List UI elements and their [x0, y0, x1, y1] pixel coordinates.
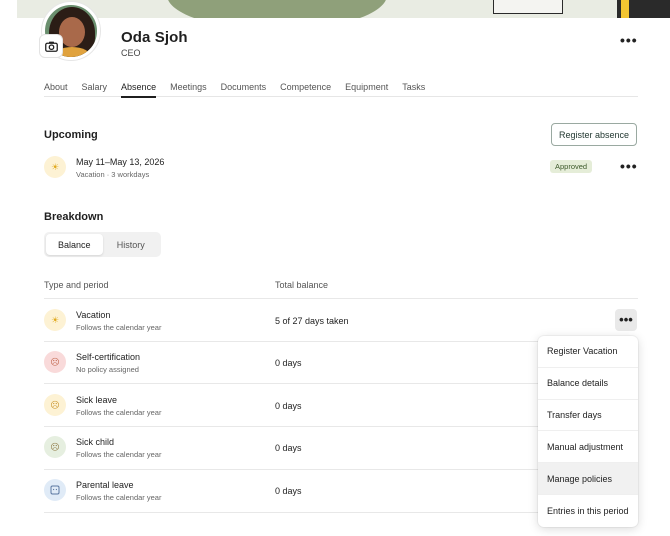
- profile-tabs: About Salary Absence Meetings Documents …: [44, 76, 638, 98]
- column-header-total: Total balance: [275, 280, 329, 290]
- more-horizontal-icon: •••: [620, 32, 638, 48]
- sun-icon: ☀: [44, 156, 66, 178]
- row-balance-sick-child: 0 days: [275, 443, 302, 453]
- row-balance-vacation: 5 of 27 days taken: [275, 316, 349, 326]
- row-name-sick-child: Sick child: [76, 437, 115, 447]
- row-balance-sick-leave: 0 days: [275, 401, 302, 411]
- cover-image: [17, 0, 670, 18]
- register-absence-button[interactable]: Register absence: [551, 123, 637, 146]
- upcoming-title: Upcoming: [44, 129, 98, 141]
- upcoming-detail: Vacation · 3 workdays: [76, 170, 150, 179]
- status-badge: Approved: [550, 160, 593, 173]
- row-more-button[interactable]: •••: [615, 309, 637, 331]
- row-period-vacation: Follows the calendar year: [76, 323, 162, 332]
- menu-item-register-vacation[interactable]: Register Vacation: [538, 336, 638, 368]
- tab-absence[interactable]: Absence: [121, 76, 157, 98]
- toggle-balance[interactable]: Balance: [46, 234, 103, 255]
- sun-icon: ☀: [44, 309, 66, 331]
- row-period-parental-leave: Follows the calendar year: [76, 493, 162, 502]
- row-name-self-certification: Self-certification: [76, 352, 141, 362]
- row-period-sick-child: Follows the calendar year: [76, 450, 162, 459]
- row-balance-self-certification: 0 days: [275, 358, 302, 368]
- thermometer-face-icon: ☹: [44, 394, 66, 416]
- row-name-vacation: Vacation: [76, 310, 111, 320]
- menu-item-manage-policies[interactable]: Manage policies: [538, 463, 638, 495]
- profile-name: Oda Sjoh: [121, 29, 188, 46]
- crying-face-icon: ☹: [44, 436, 66, 458]
- row-name-parental-leave: Parental leave: [76, 480, 134, 490]
- row-name-sick-leave: Sick leave: [76, 395, 118, 405]
- tab-competence[interactable]: Competence: [280, 76, 331, 97]
- upcoming-more-button[interactable]: •••: [620, 159, 638, 173]
- menu-item-balance-details[interactable]: Balance details: [538, 368, 638, 400]
- toggle-history[interactable]: History: [103, 234, 160, 255]
- sick-face-icon: ☹: [44, 351, 66, 373]
- upcoming-dates: May 11–May 13, 2026: [76, 157, 165, 167]
- profile-more-button[interactable]: •••: [620, 33, 638, 47]
- row-action-menu: Register Vacation Balance details Transf…: [538, 336, 638, 527]
- row-period-sick-leave: Follows the calendar year: [76, 408, 162, 417]
- row-period-self-certification: No policy assigned: [76, 365, 139, 374]
- breakdown-toggle: Balance History: [44, 232, 161, 257]
- tab-meetings[interactable]: Meetings: [170, 76, 207, 97]
- camera-icon: [44, 41, 58, 52]
- breakdown-title: Breakdown: [44, 211, 104, 223]
- menu-item-manual-adjustment[interactable]: Manual adjustment: [538, 431, 638, 464]
- change-photo-button[interactable]: [39, 34, 63, 58]
- tab-documents[interactable]: Documents: [221, 76, 267, 97]
- profile-role: CEO: [121, 48, 141, 58]
- menu-item-entries-in-period[interactable]: Entries in this period: [538, 495, 638, 527]
- menu-item-transfer-days[interactable]: Transfer days: [538, 400, 638, 432]
- tab-about[interactable]: About: [44, 76, 68, 97]
- tab-equipment[interactable]: Equipment: [345, 76, 388, 97]
- baby-icon: [44, 479, 66, 501]
- more-horizontal-icon: •••: [620, 158, 638, 174]
- row-balance-parental-leave: 0 days: [275, 486, 302, 496]
- tab-tasks[interactable]: Tasks: [402, 76, 425, 97]
- more-horizontal-icon: •••: [619, 312, 633, 327]
- divider: [44, 298, 638, 299]
- column-header-type: Type and period: [44, 280, 109, 290]
- tab-salary[interactable]: Salary: [82, 76, 108, 97]
